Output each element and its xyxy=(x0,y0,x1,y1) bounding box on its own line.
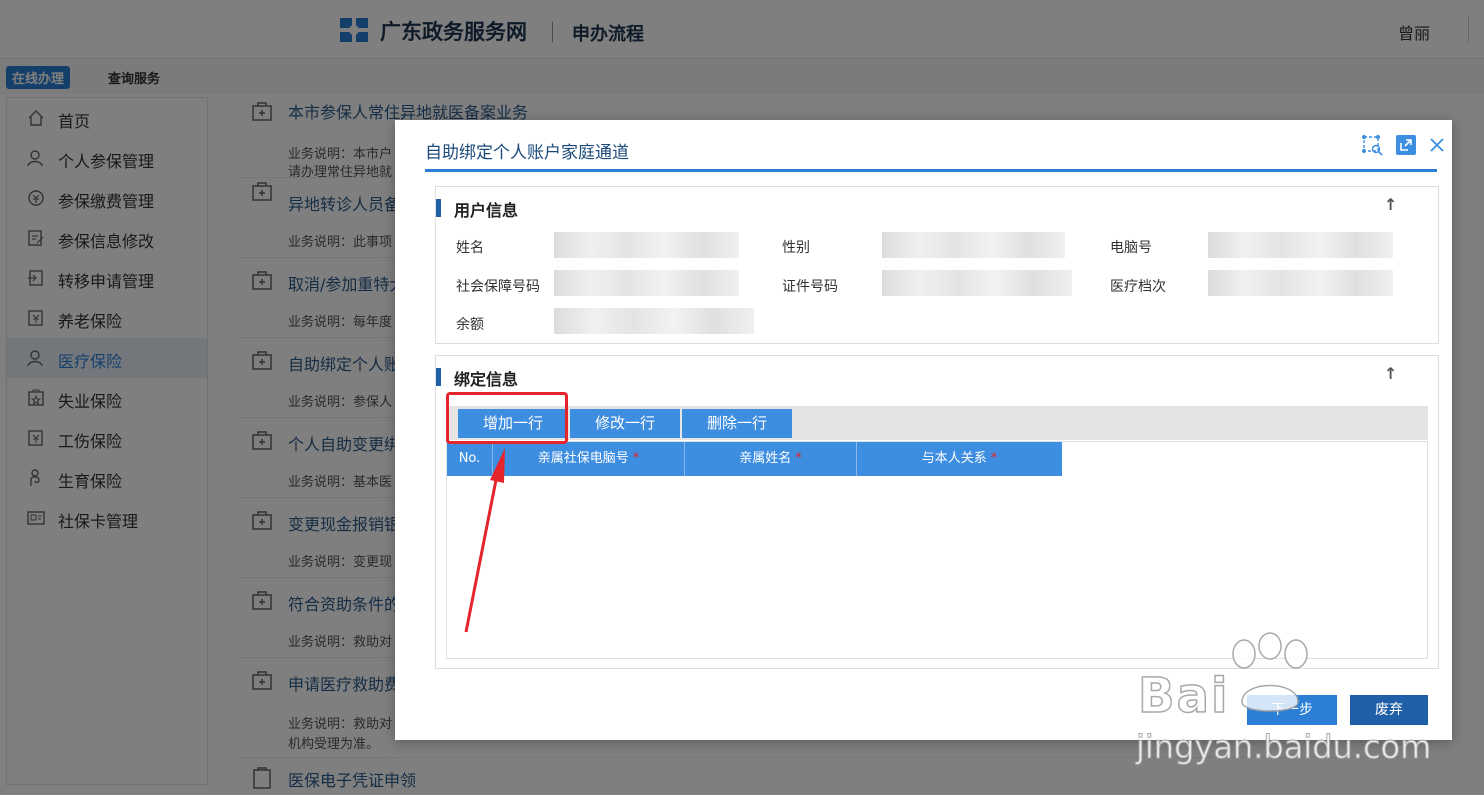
edit-row-button[interactable]: 修改一行 xyxy=(570,409,680,438)
title-underline xyxy=(425,169,1437,172)
column-relative-name[interactable]: 亲属姓名 * xyxy=(685,442,857,476)
watermark-url: jingyan.baidu.com xyxy=(1135,728,1432,767)
column-relative-computer-no[interactable]: 亲属社保电脑号 * xyxy=(493,442,685,476)
panel-title: 用户信息 xyxy=(454,201,519,220)
id-no-value-redacted xyxy=(882,270,1072,296)
ssn-value-redacted xyxy=(554,270,739,296)
balance-label: 余额 xyxy=(456,317,484,333)
dialog-title: 自助绑定个人账户家庭通道 xyxy=(425,143,629,163)
computer-no-value-redacted xyxy=(1208,232,1393,258)
delete-row-button[interactable]: 删除一行 xyxy=(682,409,792,438)
open-external-icon[interactable] xyxy=(1395,134,1417,156)
column-label: No. xyxy=(458,451,481,466)
column-relation[interactable]: 与本人关系 * xyxy=(857,442,1062,476)
panel-title: 绑定信息 xyxy=(454,370,519,389)
column-label: 亲属姓名 xyxy=(739,451,792,466)
column-label: 亲属社保电脑号 xyxy=(537,451,629,466)
name-value-redacted xyxy=(554,232,739,258)
name-label: 姓名 xyxy=(456,240,484,256)
add-row-highlight-annotation xyxy=(446,392,568,444)
medical-level-value-redacted xyxy=(1208,270,1393,296)
baidu-paw-icon xyxy=(1232,632,1308,712)
bind-info-panel: 绑定信息 ↑ 增加一行 修改一行 删除一行 No. 亲属社保电脑号 * 亲属姓名 *… xyxy=(435,355,1439,669)
gender-value-redacted xyxy=(882,232,1065,258)
bind-toolbar: 增加一行 修改一行 删除一行 xyxy=(446,406,1428,440)
collapse-arrow-icon[interactable]: ↑ xyxy=(1384,364,1397,383)
column-no[interactable]: No. xyxy=(447,442,493,476)
column-label: 与本人关系 xyxy=(921,451,987,466)
required-mark: * xyxy=(632,451,640,466)
user-info-panel: 用户信息 ↑ 姓名 性别 电脑号 社会保障号码 证件号码 医疗档次 余额 xyxy=(435,186,1439,344)
close-icon[interactable] xyxy=(1426,134,1448,156)
medical-level-label: 医疗档次 xyxy=(1110,279,1166,295)
balance-value-redacted xyxy=(554,308,754,334)
required-mark: * xyxy=(990,451,998,466)
panel-accent-bar xyxy=(436,368,441,386)
discard-button[interactable]: 废弃 xyxy=(1350,695,1428,725)
id-no-label: 证件号码 xyxy=(782,279,838,295)
table-header-row: No. 亲属社保电脑号 * 亲属姓名 * 与本人关系 * xyxy=(447,442,1062,476)
bind-table: No. 亲属社保电脑号 * 亲属姓名 * 与本人关系 * xyxy=(446,441,1428,659)
required-mark: * xyxy=(795,451,802,466)
screenshot-icon[interactable] xyxy=(1361,134,1383,156)
panel-accent-bar xyxy=(436,199,441,217)
collapse-arrow-icon[interactable]: ↑ xyxy=(1384,195,1397,214)
computer-no-label: 电脑号 xyxy=(1110,240,1152,256)
watermark-brand: Bai xyxy=(1137,667,1230,725)
ssn-label: 社会保障号码 xyxy=(456,279,540,295)
gender-label: 性别 xyxy=(782,240,810,256)
